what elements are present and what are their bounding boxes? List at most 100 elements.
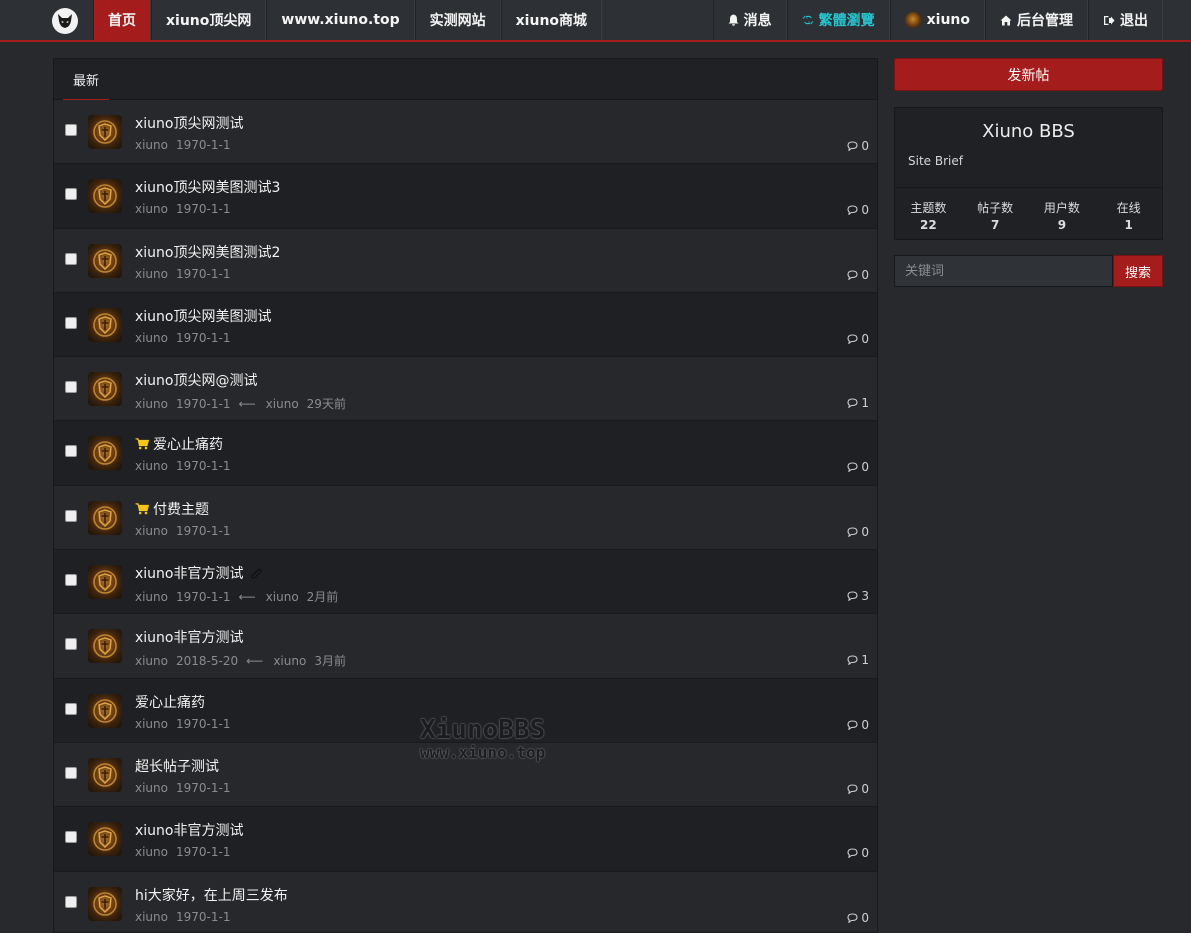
thread-author[interactable]: xiuno <box>135 397 168 411</box>
reply-count-value: 0 <box>861 910 869 925</box>
thread-last-user[interactable]: xiuno <box>273 654 306 668</box>
thread-checkbox[interactable] <box>65 509 77 522</box>
thread-checkbox[interactable] <box>65 188 77 201</box>
thread-author-avatar[interactable] <box>88 500 122 535</box>
thread-author-avatar[interactable] <box>88 307 122 342</box>
comment-icon <box>847 720 861 730</box>
nav-link-4[interactable]: xiuno商城 <box>500 0 603 40</box>
thread-row[interactable]: 付费主题 xiuno 1970-1-1 0 <box>54 485 877 551</box>
thread-checkbox[interactable] <box>65 316 77 329</box>
nav-admin[interactable]: 后台管理 <box>985 0 1088 40</box>
comment-icon <box>847 591 861 602</box>
thread-author-avatar[interactable] <box>88 693 122 728</box>
thread-author[interactable]: xiuno <box>135 781 168 795</box>
thread-date: 1970-1-1 <box>176 397 231 412</box>
stat-label: 帖子数 <box>977 201 1014 215</box>
thread-title-link[interactable]: 爱心止痛药 <box>135 434 223 454</box>
thread-author[interactable]: xiuno <box>135 267 168 281</box>
nav-link-2[interactable]: www.xiuno.top <box>266 0 415 40</box>
nav-convert-traditional[interactable]: 繁體瀏覽 <box>786 0 890 40</box>
thread-author[interactable]: xiuno <box>135 845 168 859</box>
thread-author-avatar[interactable] <box>88 243 122 278</box>
thread-row[interactable]: 爱心止痛药 xiuno 1970-1-1 0 <box>54 421 877 486</box>
thread-title-link[interactable]: 超长帖子测试 <box>135 756 219 776</box>
reply-count: 0 <box>847 846 869 860</box>
thread-title-link[interactable]: xiuno顶尖网美图测试 <box>135 306 272 326</box>
thread-author[interactable]: xiuno <box>135 331 168 345</box>
thread-author[interactable]: xiuno <box>135 654 168 668</box>
new-post-button[interactable]: 发新帖 <box>894 58 1163 91</box>
thread-row[interactable]: xiuno顶尖网测试 xiuno 1970-1-1 0 <box>54 100 877 165</box>
search-input[interactable] <box>894 255 1113 287</box>
last-reply-arrow-icon: ⟵ <box>238 397 256 412</box>
search-button[interactable]: 搜索 <box>1113 255 1163 287</box>
thread-title: xiuno顶尖网美图测试2 <box>135 244 281 261</box>
thread-title-link[interactable]: xiuno顶尖网美图测试3 <box>135 177 280 197</box>
thread-title-link[interactable]: xiuno非官方测试 <box>135 820 244 840</box>
thread-meta: xiuno 1970-1-1 <box>135 138 238 152</box>
thread-author-avatar[interactable] <box>88 757 122 792</box>
comment-icon <box>847 462 861 473</box>
nav-user-label: xiuno <box>926 12 970 28</box>
comment-icon <box>847 655 861 666</box>
thread-checkbox[interactable] <box>65 702 77 715</box>
nav-link-1[interactable]: xiuno顶尖网 <box>151 0 267 40</box>
thread-author[interactable]: xiuno <box>135 202 168 216</box>
thread-checkbox[interactable] <box>65 445 77 458</box>
thread-checkbox[interactable] <box>65 831 77 844</box>
thread-title-link[interactable]: hi大家好，在上周三发布 <box>135 885 288 905</box>
thread-title-link[interactable]: xiuno非官方测试 <box>135 563 262 583</box>
thread-title-link[interactable]: xiuno顶尖网@测试 <box>135 370 258 390</box>
thread-title-link[interactable]: 爱心止痛药 <box>135 692 205 712</box>
thread-title-link[interactable]: 付费主题 <box>135 499 209 519</box>
nav-link-3[interactable]: 实测网站 <box>414 0 501 40</box>
thread-title-link[interactable]: xiuno顶尖网美图测试2 <box>135 242 280 262</box>
thread-author-avatar[interactable] <box>88 629 122 664</box>
thread-row[interactable]: xiuno非官方测试 xiuno 2018-5-20 ⟵ xiuno 3月前 1 <box>54 614 877 679</box>
reply-count: 0 <box>847 203 869 217</box>
thread-row[interactable]: xiuno顶尖网美图测试3 xiuno 1970-1-1 0 <box>54 164 877 229</box>
thread-author[interactable]: xiuno <box>135 717 168 731</box>
thread-last-user[interactable]: xiuno <box>266 590 299 604</box>
reply-count-value: 0 <box>861 717 869 732</box>
thread-checkbox[interactable] <box>65 252 77 265</box>
thread-checkbox[interactable] <box>65 381 77 394</box>
thread-author[interactable]: xiuno <box>135 524 168 538</box>
thread-row[interactable]: xiuno顶尖网美图测试 xiuno 1970-1-1 0 <box>54 292 877 358</box>
thread-author-avatar[interactable] <box>88 822 122 857</box>
home-icon <box>1000 15 1012 26</box>
nav-logout[interactable]: 退出 <box>1088 0 1163 40</box>
thread-author-avatar[interactable] <box>88 436 122 471</box>
thread-title-link[interactable]: xiuno顶尖网测试 <box>135 113 244 133</box>
thread-checkbox[interactable] <box>65 124 77 136</box>
site-logo[interactable] <box>52 8 78 34</box>
thread-checkbox[interactable] <box>65 766 77 779</box>
nav-user[interactable]: xiuno <box>889 0 985 40</box>
thread-row[interactable]: 超长帖子测试 xiuno 1970-1-1 0 <box>54 742 877 808</box>
thread-last-time: 29天前 <box>306 397 346 412</box>
thread-checkbox[interactable] <box>65 895 77 908</box>
thread-row[interactable]: 爱心止痛药 xiuno 1970-1-1 0 <box>54 678 877 743</box>
thread-author-avatar[interactable] <box>88 886 122 921</box>
reply-count-value: 0 <box>861 267 869 282</box>
thread-checkbox[interactable] <box>65 574 77 587</box>
nav-messages[interactable]: 消息 <box>712 0 787 40</box>
thread-author[interactable]: xiuno <box>135 590 168 604</box>
thread-title-link[interactable]: xiuno非官方测试 <box>135 627 244 647</box>
nav-link-0[interactable]: 首页 <box>93 0 151 40</box>
thread-author-avatar[interactable] <box>88 565 122 600</box>
thread-author-avatar[interactable] <box>88 179 122 214</box>
thread-row[interactable]: hi大家好，在上周三发布 xiuno 1970-1-1 0 <box>54 871 877 932</box>
thread-row[interactable]: xiuno顶尖网@测试 xiuno 1970-1-1 ⟵ xiuno 29天前 1 <box>54 357 877 422</box>
tab-latest[interactable]: 最新 <box>63 59 110 101</box>
thread-author-avatar[interactable] <box>88 372 122 407</box>
thread-author-avatar[interactable] <box>88 115 122 149</box>
thread-row[interactable]: xiuno顶尖网美图测试2 xiuno 1970-1-1 0 <box>54 228 877 293</box>
thread-author[interactable]: xiuno <box>135 138 168 152</box>
thread-checkbox[interactable] <box>65 638 77 651</box>
thread-author[interactable]: xiuno <box>135 459 168 473</box>
thread-row[interactable]: xiuno非官方测试 xiuno 1970-1-1 0 <box>54 807 877 872</box>
thread-last-user[interactable]: xiuno <box>266 397 299 411</box>
thread-author[interactable]: xiuno <box>135 910 168 924</box>
thread-row[interactable]: xiuno非官方测试 xiuno 1970-1-1 ⟵ xiuno 2月前 3 <box>54 550 877 615</box>
